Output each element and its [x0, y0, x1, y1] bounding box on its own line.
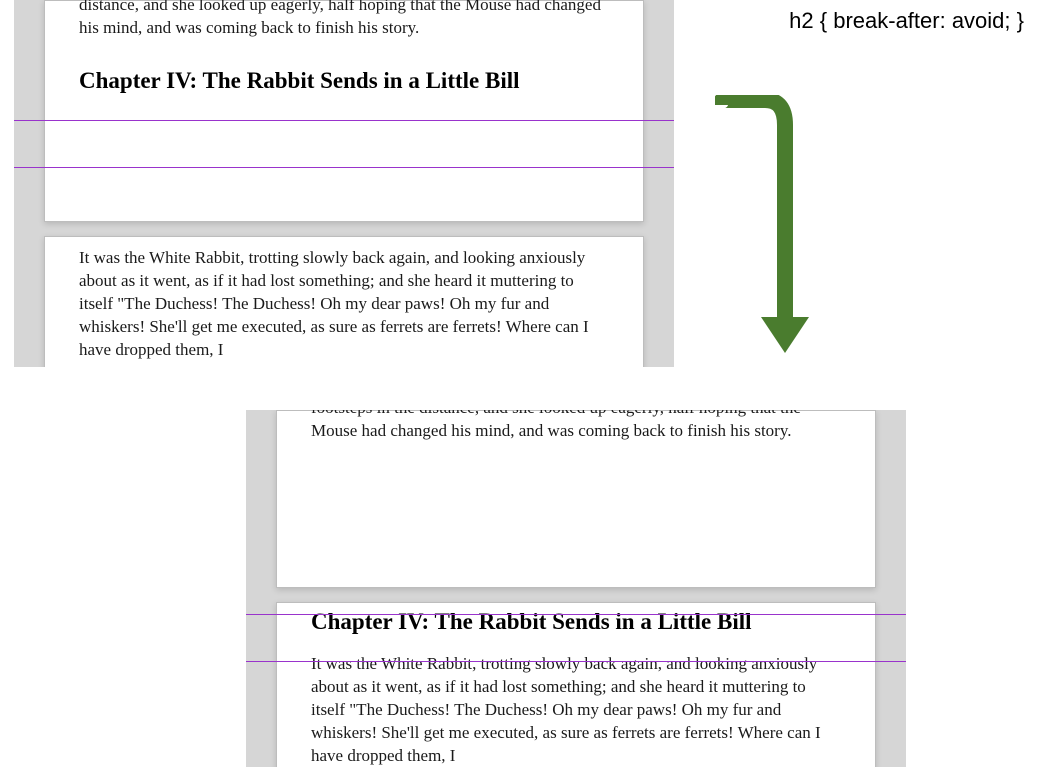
arrow-down-icon — [715, 95, 815, 365]
page-2-before: It was the White Rabbit, trotting slowly… — [44, 236, 644, 367]
paragraph-text: footsteps in the distance, and she looke… — [311, 410, 841, 443]
css-code-label: h2 { break-after: avoid; } — [789, 8, 1024, 34]
chapter-heading: Chapter IV: The Rabbit Sends in a Little… — [79, 68, 609, 94]
paragraph-text: little while, however, she again heard a… — [79, 0, 609, 40]
page-1-after: footsteps in the distance, and she looke… — [276, 410, 876, 588]
after-viewer: footsteps in the distance, and she looke… — [246, 410, 906, 767]
page-1-before: little while, however, she again heard a… — [44, 0, 644, 222]
chapter-heading: Chapter IV: The Rabbit Sends in a Little… — [311, 609, 841, 635]
paragraph-text: It was the White Rabbit, trotting slowly… — [79, 247, 609, 362]
page-2-after: Chapter IV: The Rabbit Sends in a Little… — [276, 602, 876, 767]
paragraph-text: It was the White Rabbit, trotting slowly… — [311, 653, 841, 767]
before-viewer: little while, however, she again heard a… — [14, 0, 674, 367]
